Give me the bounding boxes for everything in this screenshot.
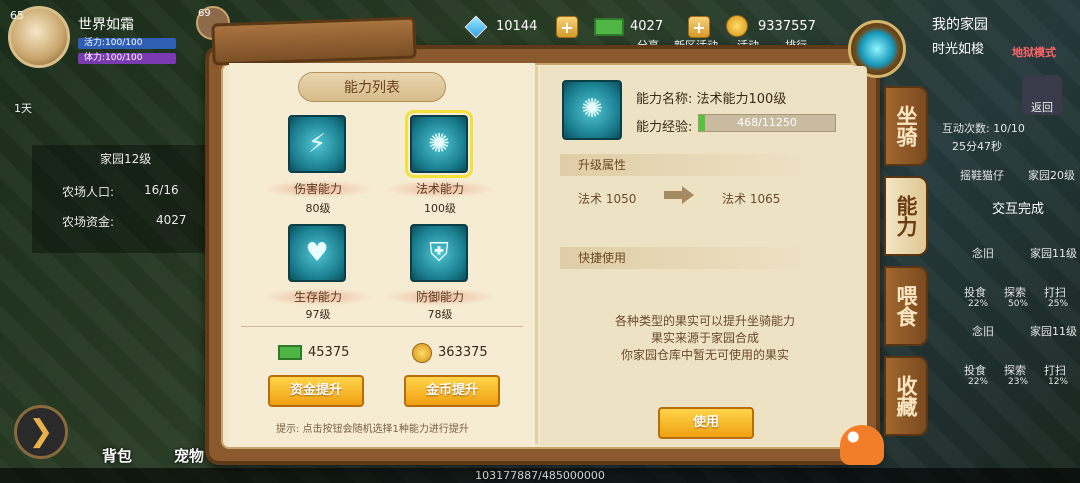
gem-count: 10144 xyxy=(496,19,538,34)
home-title: 我的家园 xyxy=(932,17,988,33)
clean-action-1[interactable]: 打扫 xyxy=(1044,284,1066,300)
fruit-info-line3: 你家园仓库中暂无可使用的果实 xyxy=(620,348,789,362)
farm-funds: 4027 xyxy=(156,213,187,227)
pet-button[interactable]: 宠物 xyxy=(174,445,204,466)
cash-icon xyxy=(278,345,302,360)
cash-count: 4027 xyxy=(630,19,664,34)
farm-funds-label: 农场资金: xyxy=(62,215,115,229)
clean-percent-1: 25% xyxy=(1048,299,1069,309)
use-button[interactable]: 使用 xyxy=(658,407,754,439)
ability-level-damage: 80级 xyxy=(305,202,331,215)
fruit-info-line2: 果实来源于家园合成 xyxy=(650,331,759,345)
farm-population: 16/16 xyxy=(144,183,179,197)
explore-percent-1: 50% xyxy=(1008,299,1029,309)
neighbor-level-2: 家园11级 xyxy=(1030,325,1077,338)
neighbor-name-2: 念旧 xyxy=(972,325,994,338)
stat-current: 法术 1050 xyxy=(578,192,637,206)
vitality-bar: 活力:100/100 xyxy=(78,38,176,49)
hell-mode-badge[interactable]: 地狱模式 xyxy=(1012,44,1056,60)
wooden-sign xyxy=(211,16,417,66)
clean-percent-2: 12% xyxy=(1048,377,1069,387)
interact-timer: 25分47秒 xyxy=(952,140,1002,153)
feed-action-1[interactable]: 投食 xyxy=(964,284,986,300)
coin-icon xyxy=(726,15,748,37)
coin-icon xyxy=(412,343,432,363)
ability-list-title: 能力列表 xyxy=(298,72,446,102)
cash-icon xyxy=(594,18,624,36)
paw-sun-icon: ✺ xyxy=(562,80,622,140)
return-button[interactable]: 返回 xyxy=(1022,75,1062,115)
tab-collection[interactable]: 收藏 xyxy=(884,356,928,436)
ability-exp-bar: 468/11250 xyxy=(698,114,836,132)
ability-name-defense: 防御能力 xyxy=(385,288,495,306)
arrow-right-icon xyxy=(664,186,694,204)
farm-population-label: 农场人口: xyxy=(62,185,115,199)
ability-exp-label: 能力经验: xyxy=(636,120,693,135)
ability-name-survival: 生存能力 xyxy=(263,288,373,306)
neighbor-level-1: 家园11级 xyxy=(1030,247,1077,260)
cash-amount: 45375 xyxy=(308,345,350,360)
tab-ability[interactable]: 能力 xyxy=(884,176,928,256)
player-level: 65 xyxy=(10,9,24,22)
neighbor-name-1: 念旧 xyxy=(972,247,994,260)
feed-percent-1: 22% xyxy=(968,299,989,309)
bag-button[interactable]: 背包 xyxy=(102,445,132,466)
feed-action-2[interactable]: 投食 xyxy=(964,362,986,378)
ability-level-defense: 78级 xyxy=(427,308,453,321)
ability-name-damage: 伤害能力 xyxy=(263,180,373,198)
list-separator xyxy=(241,326,523,327)
ability-level-magic: 100级 xyxy=(424,202,456,215)
explore-action-1[interactable]: 探索 xyxy=(1004,284,1026,300)
experience-total: 103177887/485000000 xyxy=(475,469,605,482)
cash-upgrade-button[interactable]: 资金提升 xyxy=(268,375,364,407)
tab-feed[interactable]: 喂食 xyxy=(884,266,928,346)
upgrade-attributes-header: 升级属性 xyxy=(560,154,820,176)
player-name: 世界如霜 xyxy=(78,17,134,33)
days-label: 1天 xyxy=(14,102,32,115)
lightning-icon[interactable]: ⚡ xyxy=(288,115,346,173)
quick-use-header: 快捷使用 xyxy=(560,247,820,269)
ability-exp-value: 468/11250 xyxy=(737,116,797,129)
interact-count: 互动次数: 10/10 xyxy=(942,122,1025,135)
ability-level-survival: 97级 xyxy=(305,308,331,321)
upgrade-tip: 提示: 点击按钮会随机选择1种能力进行提升 xyxy=(276,424,469,435)
mushroom-decoration xyxy=(840,425,884,465)
feed-percent-2: 22% xyxy=(968,377,989,387)
paw-sun-icon[interactable]: ✺ xyxy=(405,110,473,178)
coin-amount: 363375 xyxy=(438,345,488,360)
explore-action-2[interactable]: 探索 xyxy=(1004,362,1026,378)
visitor-level: 家园20级 xyxy=(1028,169,1075,182)
coin-upgrade-button[interactable]: 金币提升 xyxy=(404,375,500,407)
visitor-name: 摇鞋猫仔 xyxy=(960,169,1004,182)
ability-detail-name: 能力名称: 法术能力100级 xyxy=(636,92,787,107)
interaction-complete: 交互完成 xyxy=(992,202,1045,217)
tab-mount[interactable]: 坐骑 xyxy=(884,86,928,166)
expand-arrow-button[interactable]: ❯ xyxy=(14,405,68,459)
friend-level: 69 xyxy=(198,8,211,19)
explore-percent-2: 23% xyxy=(1008,377,1029,387)
shield-paw-icon[interactable]: ⛨ xyxy=(410,224,468,282)
coin-count: 9337557 xyxy=(758,19,816,34)
stamina-bar: 体力:100/100 xyxy=(78,53,176,64)
stat-next: 法术 1065 xyxy=(722,192,781,206)
heart-wings-icon[interactable]: ♥ xyxy=(288,224,346,282)
ability-name-magic: 法术能力 xyxy=(385,180,495,198)
add-cash-button[interactable]: + xyxy=(688,16,710,38)
clean-action-2[interactable]: 打扫 xyxy=(1044,362,1066,378)
panel-divider xyxy=(535,66,538,444)
fruit-info-line1: 各种类型的果实可以提升坐骑能力 xyxy=(614,314,795,328)
add-gems-button[interactable]: + xyxy=(556,16,578,38)
home-subtitle: 时光如梭 xyxy=(932,42,985,57)
farm-level: 家园12级 xyxy=(100,152,152,166)
